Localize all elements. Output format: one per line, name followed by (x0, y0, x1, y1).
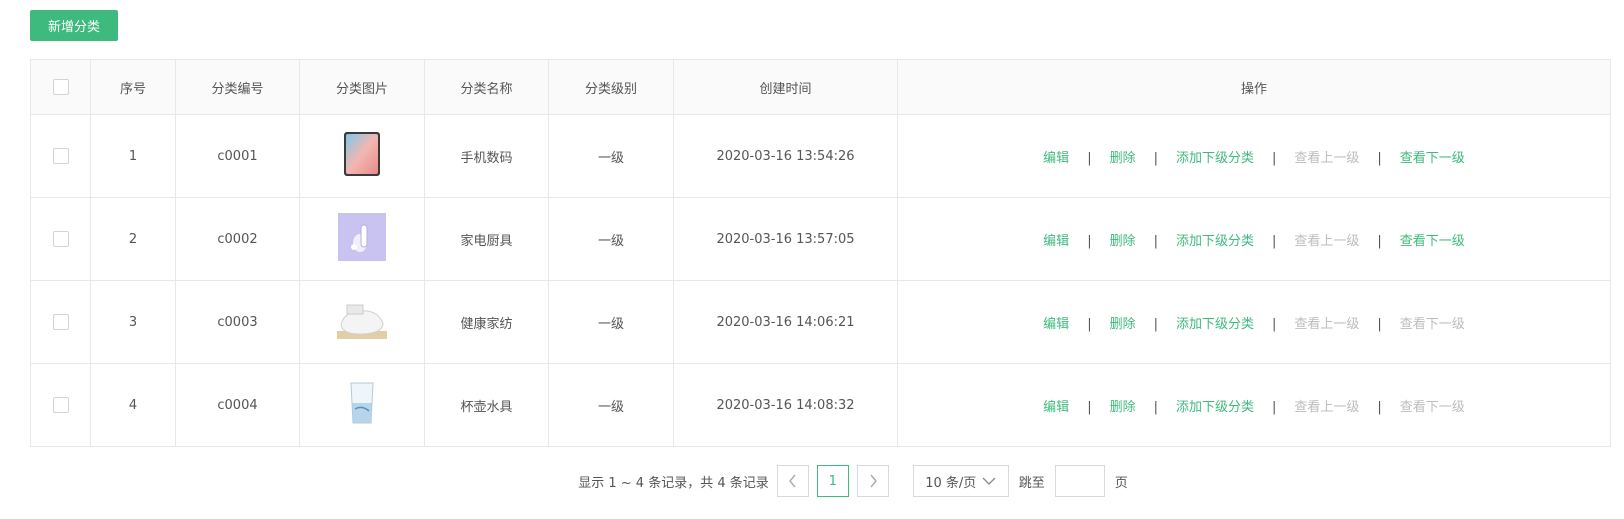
edit-link[interactable]: 编辑 (1043, 400, 1069, 415)
row-code: c0001 (175, 114, 300, 198)
row-name: 杯壶水具 (424, 363, 549, 447)
jump-label: 跳至 (1018, 475, 1045, 491)
row-created: 2020-03-16 13:54:26 (673, 114, 898, 198)
add-child-link[interactable]: 添加下级分类 (1176, 234, 1254, 249)
pagination: 显示 1 ~ 4 条记录，共 4 条记录 1 10 条/页 跳至 页 (0, 465, 1624, 497)
header-code: 分类编号 (175, 59, 300, 115)
row-name: 家电厨具 (424, 197, 549, 281)
row-index: 2 (90, 197, 176, 281)
row-checkbox[interactable] (52, 148, 69, 164)
row-level: 一级 (548, 114, 674, 198)
add-category-button[interactable]: 新增分类 (30, 10, 118, 41)
row-index: 4 (90, 363, 176, 447)
appliance-icon (338, 213, 386, 265)
header-image: 分类图片 (299, 59, 425, 115)
row-level: 一级 (548, 280, 674, 364)
prev-page-button[interactable] (776, 465, 809, 497)
header-name: 分类名称 (424, 59, 549, 115)
edit-link[interactable]: 编辑 (1043, 151, 1069, 166)
chevron-left-icon (788, 474, 796, 488)
row-name: 手机数码 (424, 114, 549, 198)
row-actions: 编辑 | 删除 | 添加下级分类 | 查看上一级 | 查看下一级 (897, 197, 1611, 281)
glass-icon (347, 381, 377, 429)
view-child-link[interactable]: 查看下一级 (1400, 151, 1465, 166)
row-created: 2020-03-16 13:57:05 (673, 197, 898, 281)
view-parent-link: 查看上一级 (1294, 399, 1360, 415)
row-name: 健康家纺 (424, 280, 549, 364)
view-child-link: 查看下一级 (1399, 316, 1465, 332)
table-header-row: 序号 分类编号 分类图片 分类名称 分类级别 创建时间 操作 (30, 59, 1611, 115)
add-child-link[interactable]: 添加下级分类 (1176, 151, 1254, 166)
row-created: 2020-03-16 14:06:21 (673, 280, 898, 364)
pillow-icon (337, 301, 387, 343)
table-row: 1 c0001 手机数码 一级 2020-03-16 13:54:26 编辑 |… (30, 114, 1611, 198)
view-child-link: 查看下一级 (1399, 399, 1465, 415)
page-unit-label: 页 (1114, 475, 1128, 491)
row-code: c0003 (175, 280, 300, 364)
table-row: 2 c0002 家电厨具 一级 2020-03-16 13:57:05 编辑 |… (30, 197, 1611, 281)
row-level: 一级 (548, 363, 674, 447)
next-page-button[interactable] (856, 465, 889, 497)
edit-link[interactable]: 编辑 (1043, 234, 1069, 249)
page: 新增分类 序号 分类编号 分类图片 分类名称 分类级别 创建时间 操作 1 c0… (0, 0, 1624, 519)
chevron-right-icon (870, 474, 877, 488)
header-index: 序号 (90, 59, 176, 115)
chevron-down-icon (982, 477, 996, 486)
phone-icon (342, 131, 382, 181)
table-row: 4 c0004 杯壶水具 一级 2020-03-16 14:08:32 编辑 |… (30, 363, 1611, 447)
row-level: 一级 (548, 197, 674, 281)
add-child-link[interactable]: 添加下级分类 (1176, 317, 1254, 332)
header-level: 分类级别 (548, 59, 674, 115)
row-checkbox[interactable] (52, 397, 69, 413)
view-parent-link: 查看上一级 (1294, 150, 1360, 166)
header-actions: 操作 (897, 59, 1611, 115)
row-code: c0004 (175, 363, 300, 447)
delete-link[interactable]: 删除 (1110, 400, 1136, 415)
record-info: 显示 1 ~ 4 条记录，共 4 条记录 (578, 475, 769, 491)
row-actions: 编辑 | 删除 | 添加下级分类 | 查看上一级 | 查看下一级 (897, 280, 1611, 364)
edit-link[interactable]: 编辑 (1043, 317, 1069, 332)
select-all-checkbox[interactable] (52, 79, 69, 95)
page-1-button[interactable]: 1 (816, 465, 849, 497)
page-size-value: 10 条/页 (925, 475, 977, 491)
add-child-link[interactable]: 添加下级分类 (1176, 400, 1254, 415)
view-parent-link: 查看上一级 (1294, 233, 1360, 249)
row-code: c0002 (175, 197, 300, 281)
row-index: 1 (90, 114, 176, 198)
row-actions: 编辑 | 删除 | 添加下级分类 | 查看上一级 | 查看下一级 (897, 363, 1611, 447)
header-select-all (30, 59, 91, 115)
row-actions: 编辑 | 删除 | 添加下级分类 | 查看上一级 | 查看下一级 (897, 114, 1611, 198)
view-child-link[interactable]: 查看下一级 (1400, 234, 1465, 249)
row-index: 3 (90, 280, 176, 364)
jump-page-input[interactable] (1054, 465, 1105, 497)
delete-link[interactable]: 删除 (1110, 317, 1136, 332)
table-row: 3 c0003 健康家纺 一级 2020-03-16 14:06:21 编辑 |… (30, 280, 1611, 364)
delete-link[interactable]: 删除 (1110, 234, 1136, 249)
header-created: 创建时间 (673, 59, 898, 115)
delete-link[interactable]: 删除 (1110, 151, 1136, 166)
view-parent-link: 查看上一级 (1294, 316, 1360, 332)
row-checkbox[interactable] (52, 231, 69, 247)
row-checkbox[interactable] (52, 314, 69, 330)
category-table: 序号 分类编号 分类图片 分类名称 分类级别 创建时间 操作 1 c0001 手… (30, 59, 1611, 447)
row-created: 2020-03-16 14:08:32 (673, 363, 898, 447)
page-size-select[interactable]: 10 条/页 (912, 465, 1009, 497)
